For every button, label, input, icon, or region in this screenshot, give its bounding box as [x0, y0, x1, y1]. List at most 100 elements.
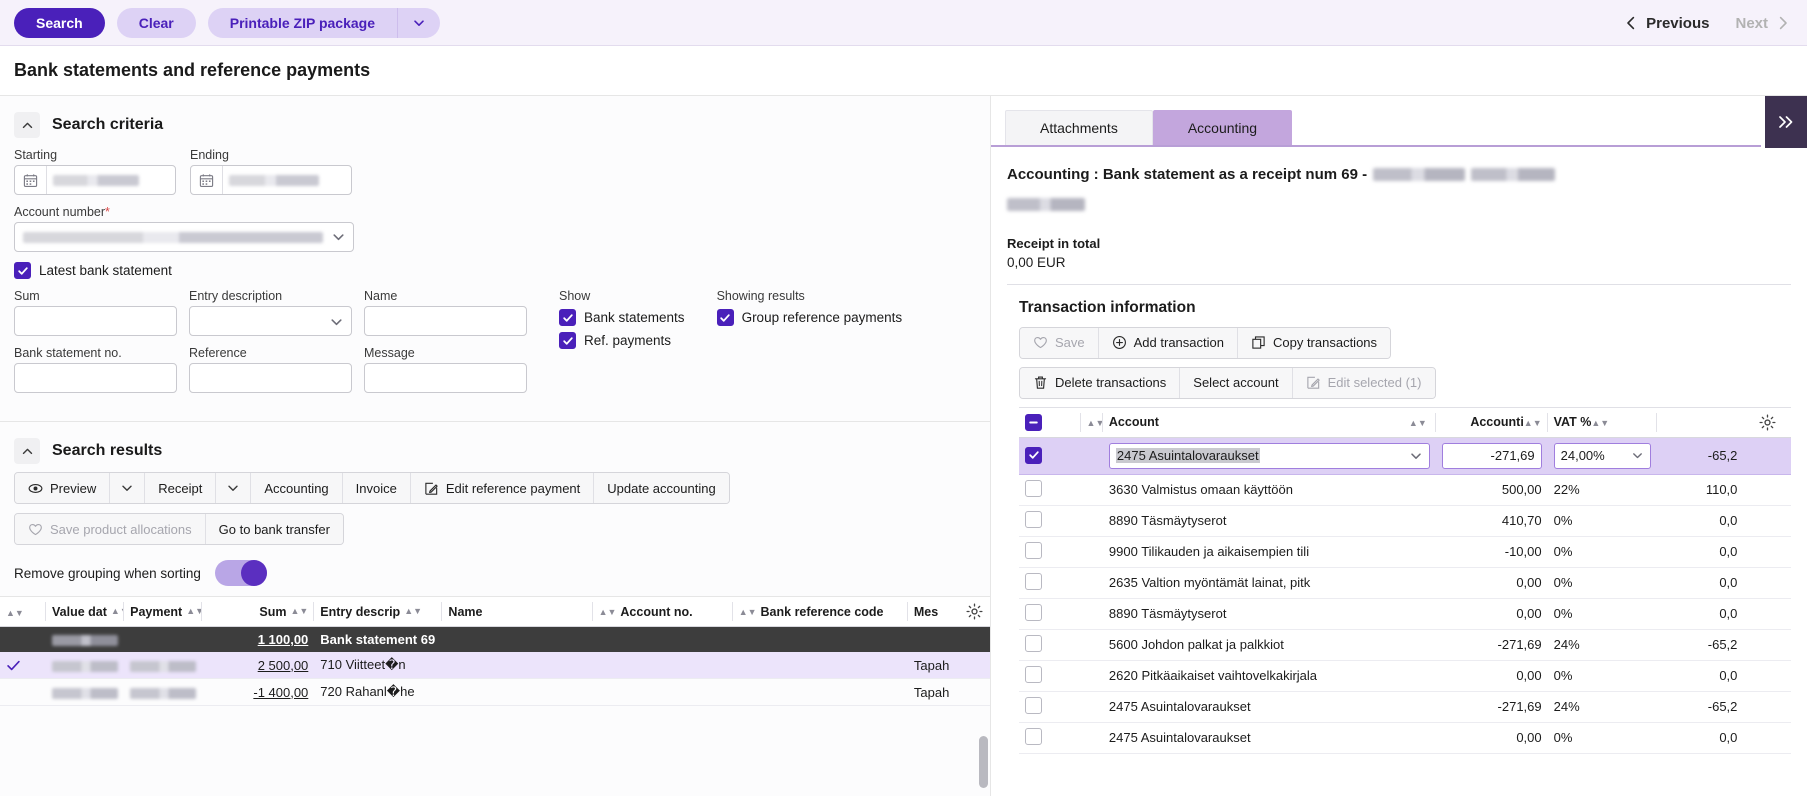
- show-bank-statements-row[interactable]: Bank statements: [559, 309, 685, 326]
- entry-description-select[interactable]: [189, 306, 352, 336]
- row-checkbox[interactable]: [1025, 479, 1042, 497]
- table-row[interactable]: 2475 Asuintalovaraukset 0,00 0% 0,0: [1019, 722, 1791, 754]
- invoice-button[interactable]: Invoice: [342, 473, 411, 503]
- row-checkbox-cell[interactable]: [1019, 536, 1081, 568]
- edit-selected-button[interactable]: Edit selected (1): [1292, 367, 1435, 398]
- save-transaction-button[interactable]: Save: [1020, 327, 1099, 358]
- table-row[interactable]: 2475 Asuintalovaraukset -271,69 24,00% -…: [1019, 437, 1791, 475]
- remove-grouping-toggle[interactable]: [214, 560, 267, 586]
- table-row[interactable]: 8890 Täsmäytyserot 0,00 0% 0,0: [1019, 598, 1791, 630]
- delete-transactions-button[interactable]: Delete transactions: [1020, 367, 1181, 398]
- col-payment[interactable]: Payment▲▼: [124, 596, 203, 627]
- table-row[interactable]: 5600 Johdon palkat ja palkkiot -271,69 2…: [1019, 629, 1791, 661]
- account-select-editor[interactable]: 2475 Asuintalovaraukset: [1108, 442, 1430, 469]
- tab-attachments[interactable]: Attachments: [1005, 110, 1153, 145]
- message-input[interactable]: [364, 363, 527, 393]
- col-vat-percent[interactable]: VAT %▲▼: [1547, 406, 1657, 438]
- group-reference-payments-checkbox[interactable]: [716, 309, 734, 326]
- receipt-button[interactable]: Receipt: [145, 473, 217, 503]
- row-vat-cell[interactable]: 24,00%: [1547, 437, 1657, 475]
- search-results-collapse-button[interactable]: [14, 438, 40, 464]
- vat-select-editor[interactable]: 24,00%: [1553, 442, 1651, 469]
- row-amount-cell[interactable]: -271,69: [1435, 437, 1548, 475]
- row-checkbox[interactable]: [1025, 634, 1042, 652]
- col-value-date[interactable]: Value dat▲▼: [46, 596, 125, 627]
- select-all-header[interactable]: [1019, 406, 1081, 438]
- update-accounting-button[interactable]: Update accounting: [594, 473, 729, 503]
- row-checkbox[interactable]: [1025, 446, 1042, 464]
- col-name[interactable]: Name: [442, 596, 593, 627]
- row-checkbox[interactable]: [1025, 665, 1042, 683]
- col-accounting-amount[interactable]: Accounti▲▼: [1435, 406, 1548, 438]
- row-checkbox[interactable]: [1025, 572, 1042, 590]
- tab-accounting[interactable]: Accounting: [1152, 110, 1293, 145]
- sum-input[interactable]: [14, 306, 177, 336]
- group-reference-payments-row[interactable]: Group reference payments: [716, 309, 902, 326]
- table-row[interactable]: 2620 Pitkäaikaiset vaihtovelkakirjala 0,…: [1019, 660, 1791, 692]
- show-ref-payments-row[interactable]: Ref. payments: [559, 332, 685, 349]
- select-all-checkbox[interactable]: [1025, 413, 1042, 431]
- search-button[interactable]: Search: [14, 7, 105, 38]
- row-checkbox[interactable]: [1025, 696, 1042, 714]
- row-checkbox-cell[interactable]: [1019, 437, 1081, 475]
- go-to-bank-transfer-button[interactable]: Go to bank transfer: [205, 514, 343, 544]
- table-row[interactable]: 9900 Tilikauden ja aikaisempien tili -10…: [1019, 536, 1791, 568]
- col-account-no[interactable]: ▲▼ Account no.: [592, 596, 733, 627]
- table-row[interactable]: -1 400,00 720 Rahanl�he Tapah: [0, 678, 990, 706]
- table-row[interactable]: 2635 Valtion myöntämät lainat, pitk 0,00…: [1019, 567, 1791, 599]
- bank-statement-no-input[interactable]: [14, 363, 177, 393]
- col-message[interactable]: Mes: [907, 596, 960, 627]
- row-checkbox-cell[interactable]: [1019, 629, 1081, 661]
- results-table-settings-button[interactable]: [959, 596, 990, 627]
- table-row[interactable]: 2 500,00 710 Viitteet�n Tapah: [0, 652, 990, 679]
- copy-transactions-button[interactable]: Copy transactions: [1237, 327, 1391, 358]
- calendar-icon[interactable]: [191, 166, 223, 194]
- row-checkbox-cell[interactable]: [1019, 691, 1081, 723]
- table-row[interactable]: 3630 Valmistus omaan käyttöön 500,00 22%…: [1019, 474, 1791, 506]
- col-bank-reference-code[interactable]: ▲▼ Bank reference code: [732, 596, 908, 627]
- previous-button[interactable]: Previous: [1625, 15, 1709, 32]
- latest-bank-statement-checkbox[interactable]: [14, 262, 31, 279]
- amount-editor[interactable]: -271,69: [1441, 442, 1542, 469]
- row-account-cell[interactable]: 2475 Asuintalovaraukset: [1102, 437, 1436, 475]
- col-sort-handle[interactable]: ▲▼: [0, 596, 47, 627]
- search-criteria-collapse-button[interactable]: [14, 112, 40, 138]
- col-entry-description[interactable]: Entry descrip ▲▼: [314, 596, 443, 627]
- printable-zip-dropdown-button[interactable]: [397, 7, 440, 38]
- account-number-select[interactable]: [14, 222, 354, 252]
- row-checkbox[interactable]: [1025, 727, 1042, 745]
- printable-zip-package-button[interactable]: Printable ZIP package: [207, 7, 398, 38]
- show-bank-statements-checkbox[interactable]: [559, 309, 576, 326]
- reference-input[interactable]: [189, 363, 352, 393]
- starting-date-field[interactable]: [14, 165, 176, 195]
- row-checkbox-cell[interactable]: [1019, 722, 1081, 754]
- table-row[interactable]: 8890 Täsmäytyserot 410,70 0% 0,0: [1019, 505, 1791, 537]
- col-account[interactable]: Account ▲▼: [1102, 406, 1436, 438]
- edit-reference-payment-button[interactable]: Edit reference payment: [410, 473, 595, 503]
- table-row[interactable]: 2475 Asuintalovaraukset -271,69 24% -65,…: [1019, 691, 1791, 723]
- row-checkbox-cell[interactable]: [1019, 598, 1081, 630]
- preview-button[interactable]: Preview: [15, 473, 111, 503]
- select-account-button[interactable]: Select account: [1180, 367, 1293, 398]
- expand-panel-button[interactable]: [1765, 96, 1807, 148]
- row-checkbox-cell[interactable]: [1019, 505, 1081, 537]
- calendar-icon[interactable]: [15, 166, 47, 194]
- row-checkbox-cell[interactable]: [1019, 660, 1081, 692]
- row-checkbox[interactable]: [1025, 510, 1042, 528]
- latest-bank-statement-checkbox-row[interactable]: Latest bank statement: [14, 262, 976, 279]
- add-transaction-button[interactable]: Add transaction: [1098, 327, 1238, 358]
- row-checkbox-cell[interactable]: [1019, 474, 1081, 506]
- receipt-dropdown-button[interactable]: [216, 473, 252, 503]
- row-checkbox[interactable]: [1025, 541, 1042, 559]
- clear-button[interactable]: Clear: [116, 7, 196, 38]
- row-checkbox[interactable]: [1025, 603, 1042, 621]
- preview-dropdown-button[interactable]: [110, 473, 146, 503]
- transactions-table-settings-button[interactable]: [1743, 406, 1791, 438]
- accounting-button[interactable]: Accounting: [251, 473, 343, 503]
- next-button[interactable]: Next: [1735, 15, 1789, 32]
- table-group-row[interactable]: 1 100,00 Bank statement 69: [0, 626, 990, 652]
- sort-handle-header[interactable]: ▲▼: [1080, 406, 1104, 438]
- row-checkbox-cell[interactable]: [1019, 567, 1081, 599]
- save-product-allocations-button[interactable]: Save product allocations: [15, 514, 206, 544]
- col-sum[interactable]: Sum ▲▼: [202, 596, 315, 627]
